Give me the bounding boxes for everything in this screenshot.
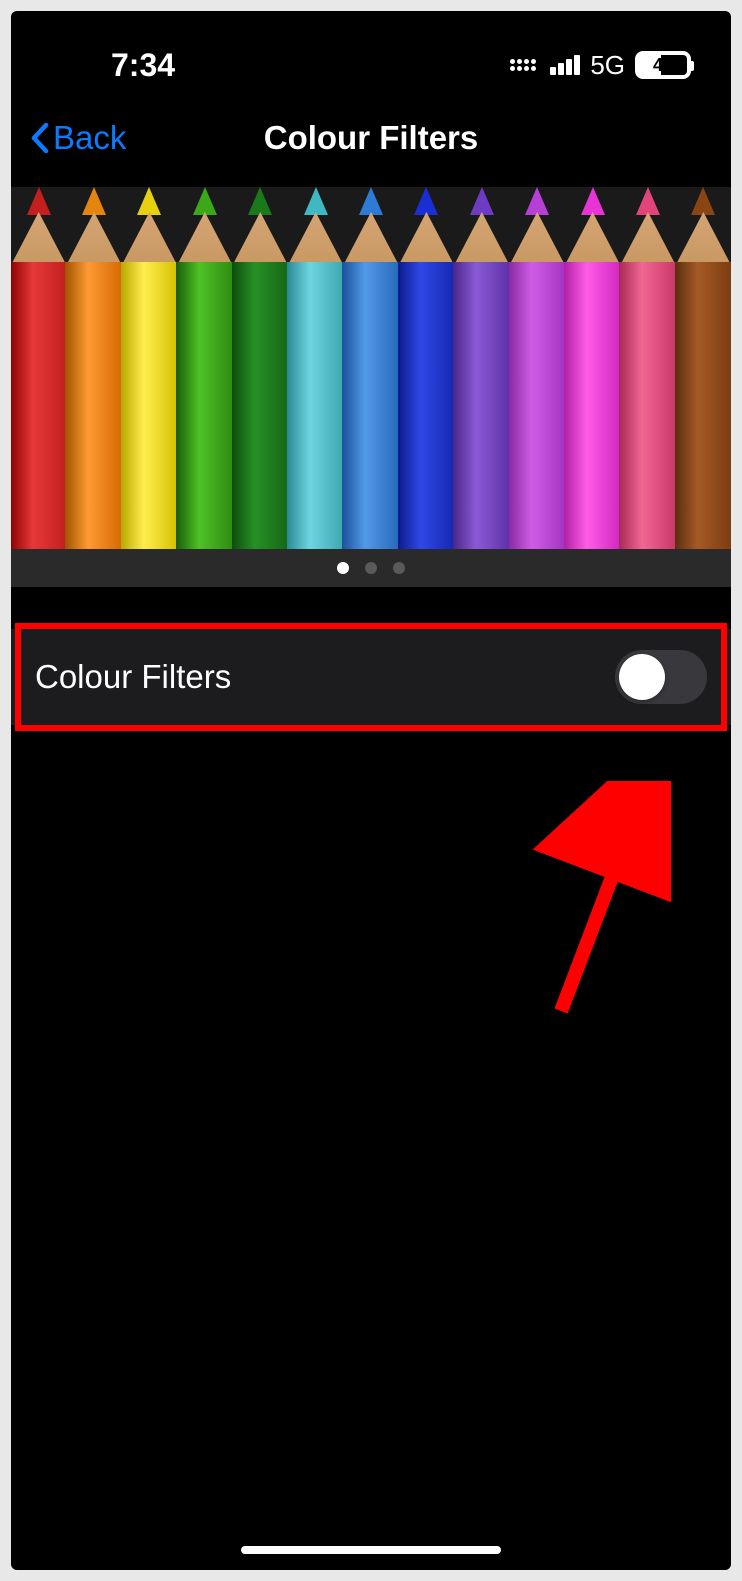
status-time: 7:34 [111, 47, 175, 84]
annotation-arrow-icon [431, 781, 671, 1041]
page-dot[interactable] [365, 562, 377, 574]
navigation-bar: Back Colour Filters [11, 101, 731, 187]
colour-filters-label: Colour Filters [35, 658, 231, 696]
section-spacer [11, 587, 731, 629]
colour-filters-toggle[interactable] [615, 650, 707, 704]
pencil [65, 187, 122, 587]
page-title: Colour Filters [264, 119, 479, 157]
pencil [675, 187, 731, 587]
colour-preview-carousel[interactable] [11, 187, 731, 587]
pencil-sample-image [11, 187, 731, 587]
pencil [232, 187, 289, 587]
signal-strength-icon [510, 59, 536, 71]
pencil [564, 187, 621, 587]
pencil [287, 187, 344, 587]
status-right: 5G 46 [510, 50, 691, 81]
back-button[interactable]: Back [31, 119, 126, 157]
page-indicator[interactable] [11, 549, 731, 587]
page-dot[interactable] [393, 562, 405, 574]
home-indicator[interactable] [241, 1546, 501, 1554]
toggle-knob [619, 654, 665, 700]
page-dot[interactable] [337, 562, 349, 574]
status-bar: 7:34 5G 46 [11, 11, 731, 101]
pencil [509, 187, 566, 587]
pencil [453, 187, 510, 587]
network-type: 5G [590, 50, 625, 81]
signal-bars-icon [550, 55, 580, 75]
phone-screen: 7:34 5G 46 Back Colou [11, 11, 731, 1570]
pencil [619, 187, 676, 587]
back-label: Back [53, 119, 126, 157]
pencil [342, 187, 399, 587]
colour-filters-row: Colour Filters [11, 629, 731, 725]
pencil [176, 187, 233, 587]
chevron-left-icon [31, 123, 49, 153]
battery-icon: 46 [635, 51, 691, 79]
pencil [398, 187, 455, 587]
pencil [11, 187, 67, 587]
battery-percent: 46 [653, 55, 673, 76]
pencil [121, 187, 178, 587]
